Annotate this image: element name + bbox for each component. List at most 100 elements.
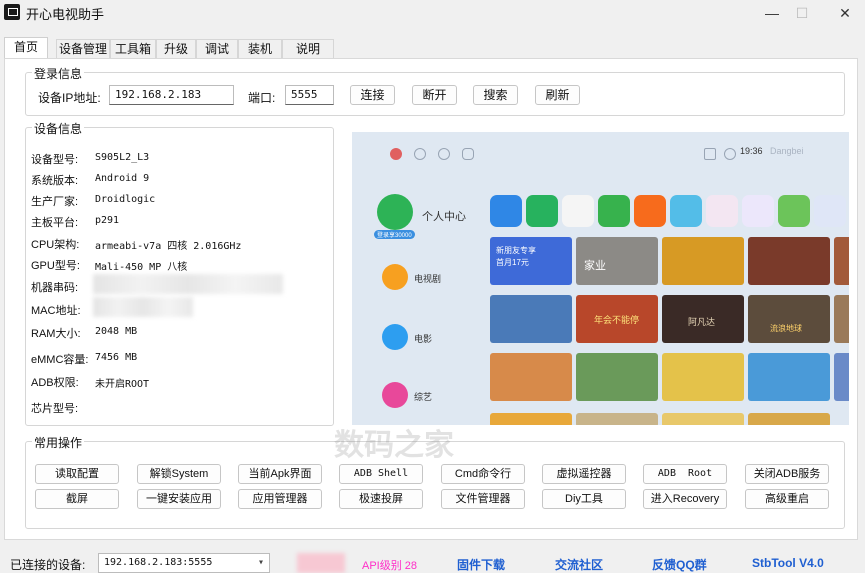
refresh-button[interactable]: 刷新 bbox=[535, 85, 580, 105]
tv-display-icon bbox=[704, 148, 716, 160]
manufacturer-label: 生产厂家: bbox=[31, 196, 79, 208]
tv-app-icon bbox=[778, 195, 810, 227]
tv-tile-title: 家业 bbox=[584, 260, 606, 272]
mac-redacted bbox=[93, 297, 193, 317]
tv-avatar-icon bbox=[390, 148, 402, 160]
serial-redacted bbox=[93, 274, 283, 294]
home-panel: 登录信息 设备IP地址: 192.168.2.183 端口: 5555 连接 断… bbox=[4, 58, 858, 540]
chevron-down-icon: ▾ bbox=[257, 557, 264, 568]
tv-content-tile bbox=[662, 413, 744, 425]
firmware-download-link[interactable]: 固件下载 bbox=[457, 556, 505, 573]
tv-app-icon bbox=[490, 195, 522, 227]
tv-content-tile: 家业 bbox=[576, 237, 658, 285]
tab-toolbox[interactable]: 工具箱 bbox=[110, 39, 156, 59]
tv-app-icon bbox=[634, 195, 666, 227]
feedback-qq-link[interactable]: 反馈QQ群 bbox=[652, 556, 707, 573]
window-title: 开心电视助手 bbox=[26, 7, 105, 22]
close-button[interactable]: ✕ bbox=[825, 2, 865, 26]
tv-content-tile bbox=[490, 353, 572, 401]
tab-device-management[interactable]: 设备管理 bbox=[56, 39, 110, 59]
tv-content-tile bbox=[834, 295, 849, 343]
common-ops-group-title: 常用操作 bbox=[32, 434, 85, 451]
tv-profile-badge: 登录享30000 bbox=[374, 230, 415, 239]
tv-content-tile bbox=[662, 353, 744, 401]
tab-install[interactable]: 装机 bbox=[238, 39, 282, 59]
emmc-value: 7456 MB bbox=[95, 352, 138, 363]
tv-app-icon bbox=[562, 195, 594, 227]
os-version-value: Android 9 bbox=[95, 173, 150, 184]
tv-app-icon bbox=[598, 195, 630, 227]
unlock-system-button[interactable]: 解锁System bbox=[137, 464, 221, 484]
tv-screenshot-preview: 19:36 Dangbei 登录享30000 个人中心 电视剧 电影 综艺 新朋… bbox=[352, 132, 849, 425]
file-manager-button[interactable]: 文件管理器 bbox=[441, 489, 525, 509]
tv-promo-line2: 首月17元 bbox=[496, 258, 529, 267]
tv-menu-profile: 个人中心 bbox=[422, 211, 466, 223]
tv-content-tile bbox=[748, 413, 830, 425]
fast-cast-button[interactable]: 极速投屏 bbox=[339, 489, 423, 509]
connected-device-label: 已连接的设备: bbox=[10, 558, 86, 572]
enter-recovery-button[interactable]: 进入Recovery bbox=[643, 489, 727, 509]
tab-home[interactable]: 首页 bbox=[4, 37, 48, 59]
cpu-arch-value: armeabi-v7a 四核 2.016GHz bbox=[95, 241, 242, 252]
login-group: 登录信息 设备IP地址: 192.168.2.183 端口: 5555 连接 断… bbox=[25, 65, 845, 116]
tv-menu-variety: 综艺 bbox=[414, 392, 433, 402]
port-input[interactable]: 5555 bbox=[285, 85, 334, 105]
tv-content-tile bbox=[576, 413, 658, 425]
tv-clock-icon bbox=[724, 148, 736, 160]
current-apk-button[interactable]: 当前Apk界面 bbox=[238, 464, 322, 484]
ip-address-input[interactable]: 192.168.2.183 bbox=[109, 85, 234, 105]
tab-upgrade[interactable]: 升级 bbox=[156, 39, 196, 59]
tv-app-icon bbox=[742, 195, 774, 227]
virtual-remote-button[interactable]: 虚拟遥控器 bbox=[542, 464, 626, 484]
gpu-model-value: Mali-450 MP 八核 bbox=[95, 262, 188, 273]
stbtool-version-link[interactable]: StbTool V4.0 bbox=[752, 556, 824, 570]
mac-label: MAC地址: bbox=[31, 305, 81, 317]
adb-shell-button[interactable]: ADB Shell bbox=[339, 464, 423, 484]
tv-profile-icon bbox=[377, 194, 413, 230]
board-platform-value: p291 bbox=[95, 215, 120, 226]
screenshot-button[interactable]: 截屏 bbox=[35, 489, 119, 509]
ram-label: RAM大小: bbox=[31, 328, 81, 340]
gpu-model-label: GPU型号: bbox=[31, 260, 80, 272]
tv-brand: Dangbei bbox=[770, 146, 804, 156]
tv-movie-icon bbox=[382, 324, 408, 350]
adb-permission-label: ADB权限: bbox=[31, 377, 79, 389]
adb-root-button[interactable]: ADB Root bbox=[643, 464, 727, 484]
maximize-button[interactable]: ☐ bbox=[782, 2, 822, 26]
ram-value: 2048 MB bbox=[95, 326, 138, 337]
tv-tile-title: 流浪地球 bbox=[770, 324, 802, 333]
tv-menu-drama: 电视剧 bbox=[414, 274, 442, 284]
app-icon bbox=[4, 4, 20, 20]
tv-menu-movie: 电影 bbox=[414, 334, 433, 344]
one-click-install-button[interactable]: 一键安装应用 bbox=[137, 489, 221, 509]
ip-label: 设备IP地址: bbox=[38, 91, 101, 105]
os-version-label: 系统版本: bbox=[31, 175, 79, 187]
connected-device-select[interactable]: 192.168.2.183:5555 ▾ bbox=[98, 553, 270, 573]
tab-help[interactable]: 说明 bbox=[282, 39, 334, 59]
model-value: S905L2_L3 bbox=[95, 152, 150, 163]
chip-model-label: 芯片型号: bbox=[31, 403, 79, 415]
api-level-label: API级别 28 bbox=[362, 560, 418, 572]
tv-content-tile bbox=[834, 237, 849, 285]
disconnect-button[interactable]: 断开 bbox=[412, 85, 457, 105]
community-link[interactable]: 交流社区 bbox=[555, 556, 603, 573]
search-button[interactable]: 搜索 bbox=[473, 85, 518, 105]
tv-content-tile bbox=[490, 295, 572, 343]
read-config-button[interactable]: 读取配置 bbox=[35, 464, 119, 484]
diy-tools-button[interactable]: Diy工具 bbox=[542, 489, 626, 509]
tv-content-tile bbox=[748, 237, 830, 285]
serial-label: 机器串码: bbox=[31, 282, 79, 294]
adb-permission-value: 未开启ROOT bbox=[95, 379, 150, 390]
tv-variety-icon bbox=[382, 382, 408, 408]
tab-debug[interactable]: 调试 bbox=[196, 39, 238, 59]
connected-device-value: 192.168.2.183:5555 bbox=[104, 557, 213, 568]
advanced-reboot-button[interactable]: 高级重启 bbox=[745, 489, 829, 509]
tv-content-tile: 阿凡达 bbox=[662, 295, 744, 343]
cmd-button[interactable]: Cmd命令行 bbox=[441, 464, 525, 484]
tv-content-tile: 年会不能停 bbox=[576, 295, 658, 343]
close-adb-service-button[interactable]: 关闭ADB服务 bbox=[745, 464, 829, 484]
manufacturer-value: Droidlogic bbox=[95, 194, 156, 205]
tv-tile-title: 阿凡达 bbox=[688, 317, 716, 327]
connect-button[interactable]: 连接 bbox=[350, 85, 395, 105]
app-manager-button[interactable]: 应用管理器 bbox=[238, 489, 322, 509]
